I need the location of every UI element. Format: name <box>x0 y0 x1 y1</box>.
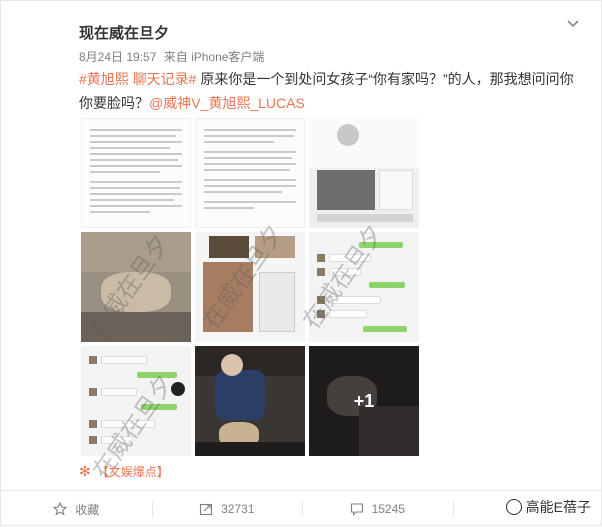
chevron-down-icon[interactable] <box>565 15 581 31</box>
post-source[interactable]: 来自 iPhone客户端 <box>164 50 265 64</box>
location-label: 【文娱爆点】 <box>97 463 169 480</box>
image-thumb[interactable] <box>195 118 305 228</box>
comment-icon <box>350 502 364 516</box>
post-meta: 8月24日 19:57 来自 iPhone客户端 <box>79 48 268 65</box>
source-watermark: 高能E蓓子 <box>506 497 591 517</box>
image-thumb[interactable] <box>195 346 305 456</box>
post-text: #黄旭熙 聊天记录# 原来你是一个到处问女孩子“你有家吗？”的人，那我想问问你你… <box>79 67 579 115</box>
star-icon <box>53 502 67 516</box>
more-images-thumb[interactable]: +1 <box>309 346 419 456</box>
share-icon <box>199 502 213 516</box>
comment-count: 15245 <box>372 502 405 516</box>
location-icon: ✻ <box>79 463 91 480</box>
comment-button[interactable]: 15245 <box>302 491 453 527</box>
avatar-icon <box>506 499 522 515</box>
mention-link[interactable]: @威神V_黄旭熙_LUCAS <box>149 95 305 111</box>
collect-label: 收藏 <box>75 501 99 518</box>
author-name[interactable]: 现在威在旦夕 <box>79 22 169 43</box>
image-thumb[interactable] <box>81 118 191 228</box>
image-thumb[interactable] <box>309 232 419 342</box>
image-thumb[interactable] <box>81 346 191 456</box>
repost-button[interactable]: 32731 <box>152 491 303 527</box>
post-date[interactable]: 8月24日 19:57 <box>79 50 156 64</box>
image-thumb[interactable] <box>81 232 191 342</box>
weibo-post-card: 现在威在旦夕 8月24日 19:57 来自 iPhone客户端 #黄旭熙 聊天记… <box>0 0 602 526</box>
image-thumb[interactable] <box>309 118 419 228</box>
image-thumb[interactable] <box>195 232 305 342</box>
location-link[interactable]: ✻ 【文娱爆点】 <box>79 463 169 480</box>
repost-count: 32731 <box>221 502 254 516</box>
more-images-count: +1 <box>309 346 419 456</box>
hashtag-link[interactable]: #黄旭熙 聊天记录# <box>79 71 196 87</box>
image-grid: +1 在威在旦夕 在威在旦夕 在威在旦夕 在威在旦夕 <box>81 118 420 457</box>
source-watermark-label: 高能E蓓子 <box>526 497 591 517</box>
collect-button[interactable]: 收藏 <box>1 491 152 527</box>
